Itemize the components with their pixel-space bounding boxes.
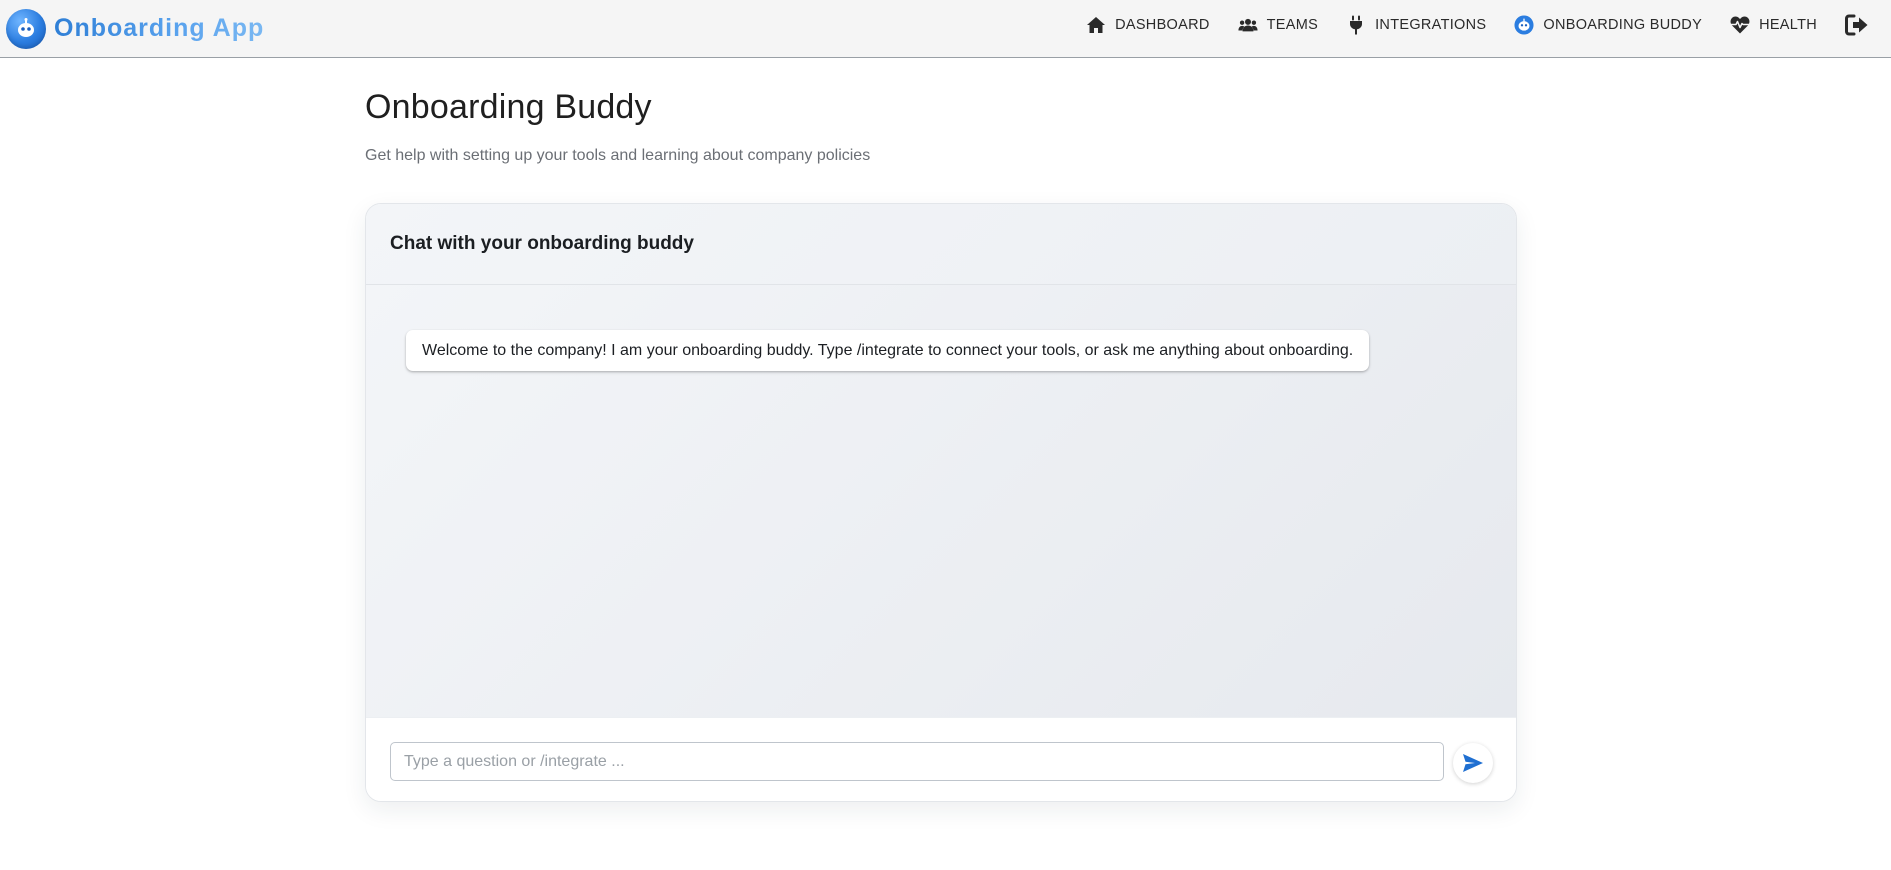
chat-card: Chat with your onboarding buddy Welcome … [365, 203, 1517, 802]
nav-item-dashboard[interactable]: DASHBOARD [1072, 0, 1224, 50]
home-icon [1086, 15, 1106, 35]
logout-button[interactable] [1831, 0, 1883, 50]
robot-face-icon [6, 8, 46, 49]
heartbeat-icon [1730, 15, 1750, 35]
chat-header-title: Chat with your onboarding buddy [390, 233, 694, 254]
nav-item-health[interactable]: HEALTH [1716, 0, 1831, 50]
nav-item-teams[interactable]: TEAMS [1224, 0, 1332, 50]
sign-out-icon [1845, 13, 1869, 37]
chat-messages-area[interactable]: Welcome to the company! I am your onboar… [366, 285, 1516, 717]
nav-label-health: HEALTH [1759, 17, 1817, 33]
chat-header: Chat with your onboarding buddy [366, 204, 1516, 285]
send-icon [1462, 753, 1484, 773]
main-nav: DASHBOARD TEAMS INTEGRATIONS ONBOARDING … [1072, 0, 1891, 50]
brand-link[interactable]: Onboarding App [6, 8, 265, 49]
nav-item-integrations[interactable]: INTEGRATIONS [1332, 0, 1500, 50]
nav-label-onboarding-buddy: ONBOARDING BUDDY [1543, 17, 1703, 33]
page-subtitle: Get help with setting up your tools and … [365, 147, 871, 164]
top-navbar: Onboarding App DASHBOARD TEAMS INTEGRATI… [0, 0, 1891, 58]
robot-face-icon [1514, 15, 1534, 35]
nav-label-teams: TEAMS [1266, 17, 1319, 33]
plug-icon [1346, 15, 1366, 35]
chat-input-row [366, 717, 1516, 801]
nav-item-onboarding-buddy[interactable]: ONBOARDING BUDDY [1500, 0, 1716, 50]
bot-message-text: Welcome to the company! I am your onboar… [422, 341, 1354, 359]
brand-name: Onboarding App [54, 14, 265, 42]
send-button[interactable] [1453, 743, 1493, 783]
users-icon [1238, 15, 1258, 35]
chat-message-input[interactable] [390, 742, 1444, 781]
nav-label-integrations: INTEGRATIONS [1375, 17, 1487, 33]
bot-message: Welcome to the company! I am your onboar… [406, 330, 1370, 371]
page-title: Onboarding Buddy [365, 88, 652, 126]
nav-label-dashboard: DASHBOARD [1115, 17, 1210, 33]
